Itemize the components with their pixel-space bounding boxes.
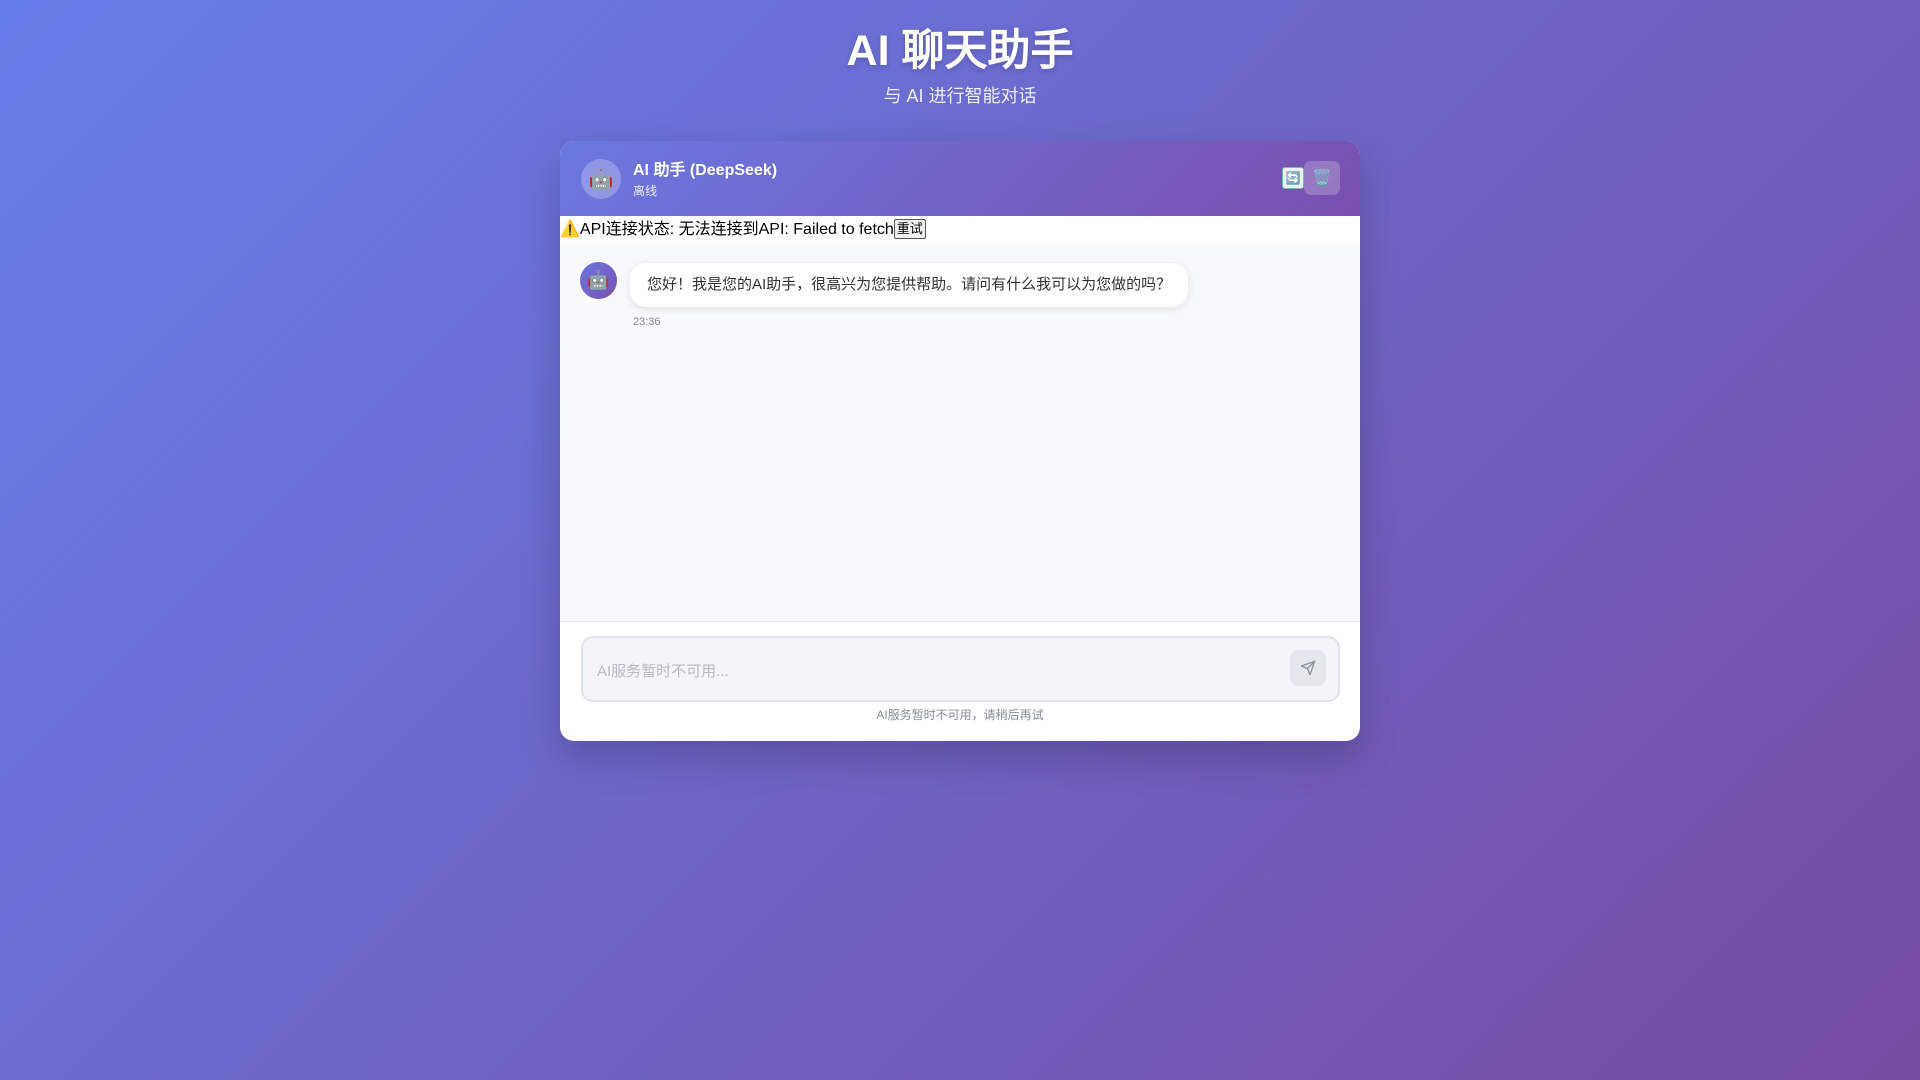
chat-card: 🤖 AI 助手 (DeepSeek) 离线 🔄 🗑️ ⚠️API连接状态: 无法… bbox=[560, 141, 1360, 741]
robot-icon: 🤖 bbox=[580, 262, 617, 299]
message-bubble: 您好！我是您的AI助手，很高兴为您提供帮助。请问有什么我可以为您做的吗？ bbox=[630, 263, 1189, 307]
message-composer bbox=[581, 636, 1340, 702]
retry-button[interactable]: 重试 bbox=[893, 219, 926, 239]
send-icon bbox=[1300, 660, 1316, 676]
page-title: AI 聊天助手 bbox=[846, 27, 1074, 75]
composer-hint: AI服务暂时不可用，请稍后再试 bbox=[876, 708, 1044, 722]
page-subtitle: 与 AI 进行智能对话 bbox=[883, 86, 1037, 106]
refresh-icon[interactable]: 🔄 bbox=[1282, 167, 1304, 189]
chat-header: 🤖 AI 助手 (DeepSeek) 离线 🔄 🗑️ bbox=[560, 141, 1360, 216]
header-actions: 🔄 🗑️ bbox=[1282, 161, 1340, 195]
page-header: AI 聊天助手 与 AI 进行智能对话 bbox=[0, 24, 1920, 108]
message-list[interactable]: 🤖 您好！我是您的AI助手，很高兴为您提供帮助。请问有什么我可以为您做的吗？ 2… bbox=[560, 243, 1360, 622]
api-status-bar: ⚠️API连接状态: 无法连接到API: Failed to fetch 重试 bbox=[560, 216, 1360, 243]
message-input[interactable] bbox=[595, 658, 1259, 684]
send-button[interactable] bbox=[1290, 650, 1326, 686]
trash-icon[interactable]: 🗑️ bbox=[1304, 161, 1340, 195]
connection-status: 离线 bbox=[633, 184, 658, 198]
message-timestamp: 23:36 bbox=[633, 316, 661, 328]
warning-icon: ⚠️ bbox=[560, 221, 580, 238]
robot-icon: 🤖 bbox=[581, 159, 621, 199]
api-status-text: API连接状态: 无法连接到API: Failed to fetch bbox=[579, 221, 894, 238]
assistant-name: AI 助手 (DeepSeek) bbox=[633, 162, 778, 179]
